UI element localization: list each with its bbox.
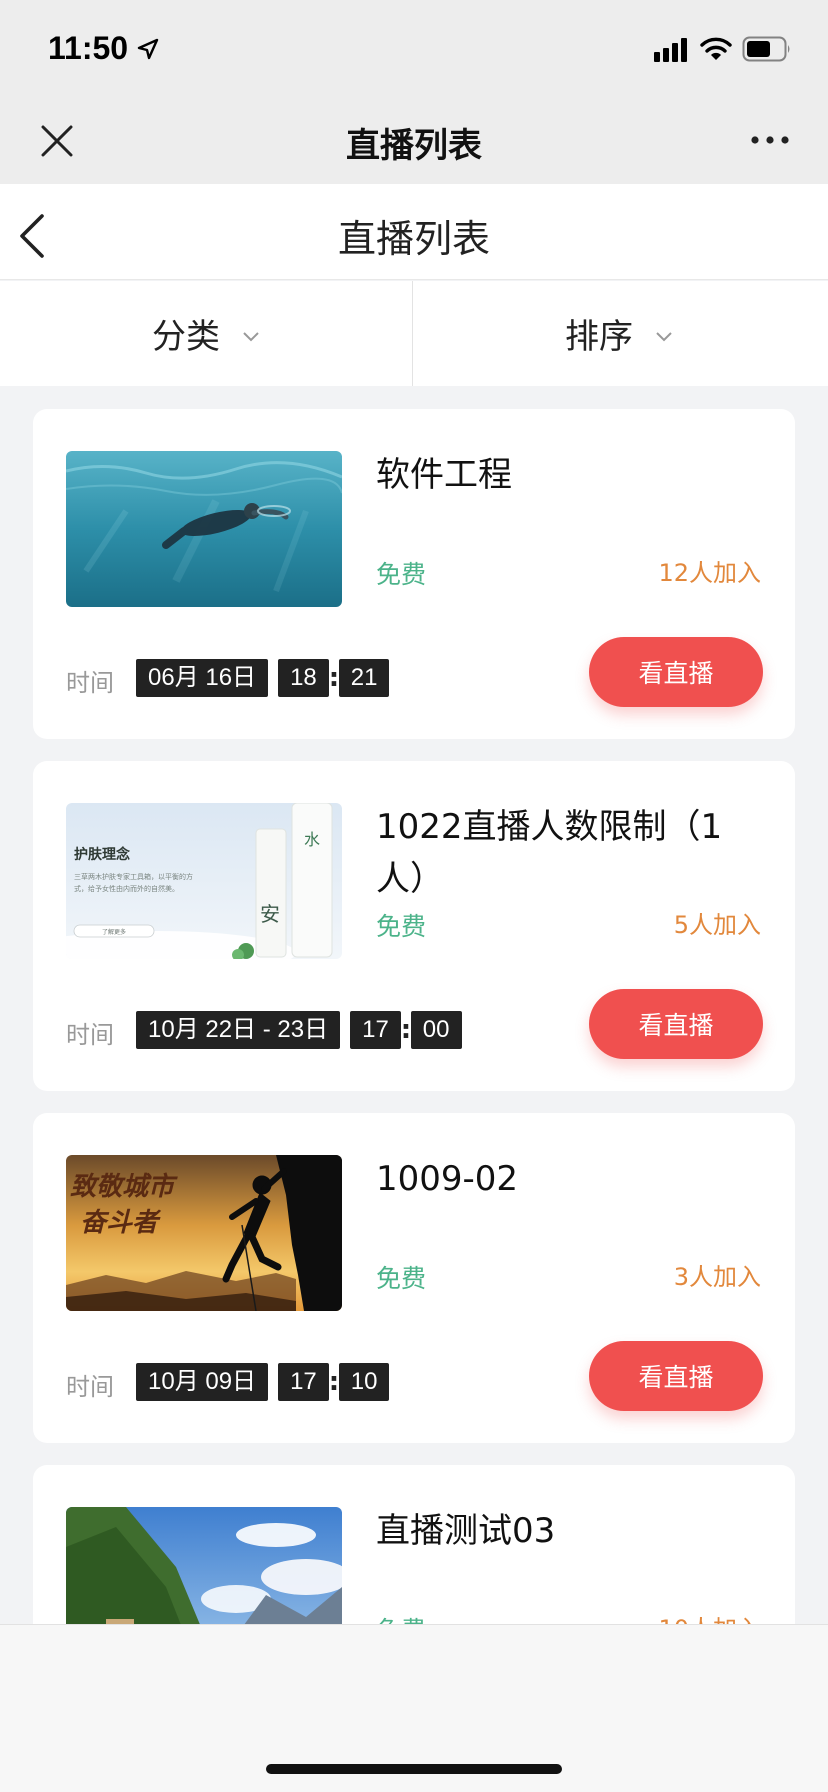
joined-count: 12人加入 <box>658 559 761 587</box>
time-colon: : <box>328 663 340 693</box>
card-clip: 直播测试03 免费 10人加入 <box>0 1465 828 1624</box>
watch-live-button[interactable]: 看直播 <box>589 989 763 1059</box>
time-minute: 00 <box>410 1011 462 1049</box>
time-hour: 17 <box>278 1363 329 1401</box>
filter-sort-label: 排序 <box>565 317 633 357</box>
live-time: 10月 09日 17 : 10 <box>136 1363 390 1401</box>
status-time: 11:50 <box>48 30 129 66</box>
battery-icon <box>742 36 790 62</box>
bottle-char-2: 水 <box>304 830 320 849</box>
skincare-heading: 护肤理念 <box>74 846 131 863</box>
time-label: 时间 <box>66 1373 114 1401</box>
live-card[interactable]: 软件工程 免费 12人加入 时间 06月 16日 18 : 21 看直播 <box>33 409 795 739</box>
watch-live-button[interactable]: 看直播 <box>589 1341 763 1411</box>
time-minute: 10 <box>338 1363 390 1401</box>
joined-count: 3人加入 <box>673 1263 761 1291</box>
live-card[interactable]: 安 水 护肤理念 三草两木护肤专家工具箱，以平衡的方 式，给予女性由内而外的自然… <box>33 761 795 1091</box>
more-icon[interactable] <box>750 132 790 148</box>
time-hour: 17 <box>350 1011 401 1049</box>
live-thumbnail: 致敬城市 奋斗者 <box>66 1155 342 1311</box>
time-minute: 21 <box>338 659 390 697</box>
chevron-down-icon <box>243 331 259 341</box>
home-indicator <box>266 1764 562 1774</box>
poster-line-1: 致敬城市 <box>70 1172 178 1202</box>
poster-line-2: 奋斗者 <box>80 1208 162 1238</box>
time-label: 时间 <box>66 1021 114 1049</box>
time-colon: : <box>400 1015 412 1045</box>
filter-category[interactable]: 分类 <box>0 281 412 386</box>
live-thumbnail <box>66 451 342 607</box>
bottle-char-1: 安 <box>260 902 280 926</box>
time-label: 时间 <box>66 669 114 697</box>
time-colon: : <box>328 1367 340 1397</box>
price-label: 免费 <box>376 560 427 589</box>
joined-count: 5人加入 <box>673 911 761 939</box>
time-hour: 18 <box>278 659 329 697</box>
price-label: 免费 <box>376 1264 427 1293</box>
filter-sort[interactable]: 排序 <box>413 281 825 386</box>
time-date: 06月 16日 <box>136 659 269 697</box>
wifi-icon <box>700 37 732 60</box>
live-title: 1022直播人数限制（1人） <box>376 807 723 899</box>
watch-live-button[interactable]: 看直播 <box>589 637 763 707</box>
live-title: 直播测试03 <box>376 1511 556 1551</box>
joined-count: 10人加入 <box>658 1609 761 1624</box>
filter-category-label: 分类 <box>152 317 220 357</box>
live-thumbnail <box>66 1507 342 1624</box>
time-date: 10月 09日 <box>136 1363 269 1401</box>
live-card[interactable]: 直播测试03 免费 10人加入 <box>33 1465 795 1624</box>
skincare-line-2: 式，给予女性由内而外的自然美。 <box>74 884 179 893</box>
location-arrow-icon <box>137 38 159 60</box>
skincare-button-label: 了解更多 <box>102 928 126 936</box>
live-title: 软件工程 <box>376 455 512 495</box>
chevron-down-icon <box>656 331 672 341</box>
live-title: 1009-02 <box>376 1159 519 1199</box>
live-time: 10月 22日 - 23日 17 : 00 <box>136 1011 462 1049</box>
wechat-title: 直播列表 <box>346 126 482 166</box>
live-thumbnail: 安 水 护肤理念 三草两木护肤专家工具箱，以平衡的方 式，给予女性由内而外的自然… <box>66 803 342 959</box>
price-label: 免费 <box>376 1611 426 1624</box>
page-title: 直播列表 <box>337 217 490 261</box>
price-label: 免费 <box>376 912 427 941</box>
time-date: 10月 22日 - 23日 <box>136 1011 341 1049</box>
cellular-signal-icon <box>654 38 687 62</box>
live-card[interactable]: 致敬城市 奋斗者 1009-02 免费 3人加入 时间 10月 09日 17 :… <box>33 1113 795 1443</box>
live-time: 06月 16日 18 : 21 <box>136 659 390 697</box>
skincare-line-1: 三草两木护肤专家工具箱，以平衡的方 <box>74 872 193 881</box>
